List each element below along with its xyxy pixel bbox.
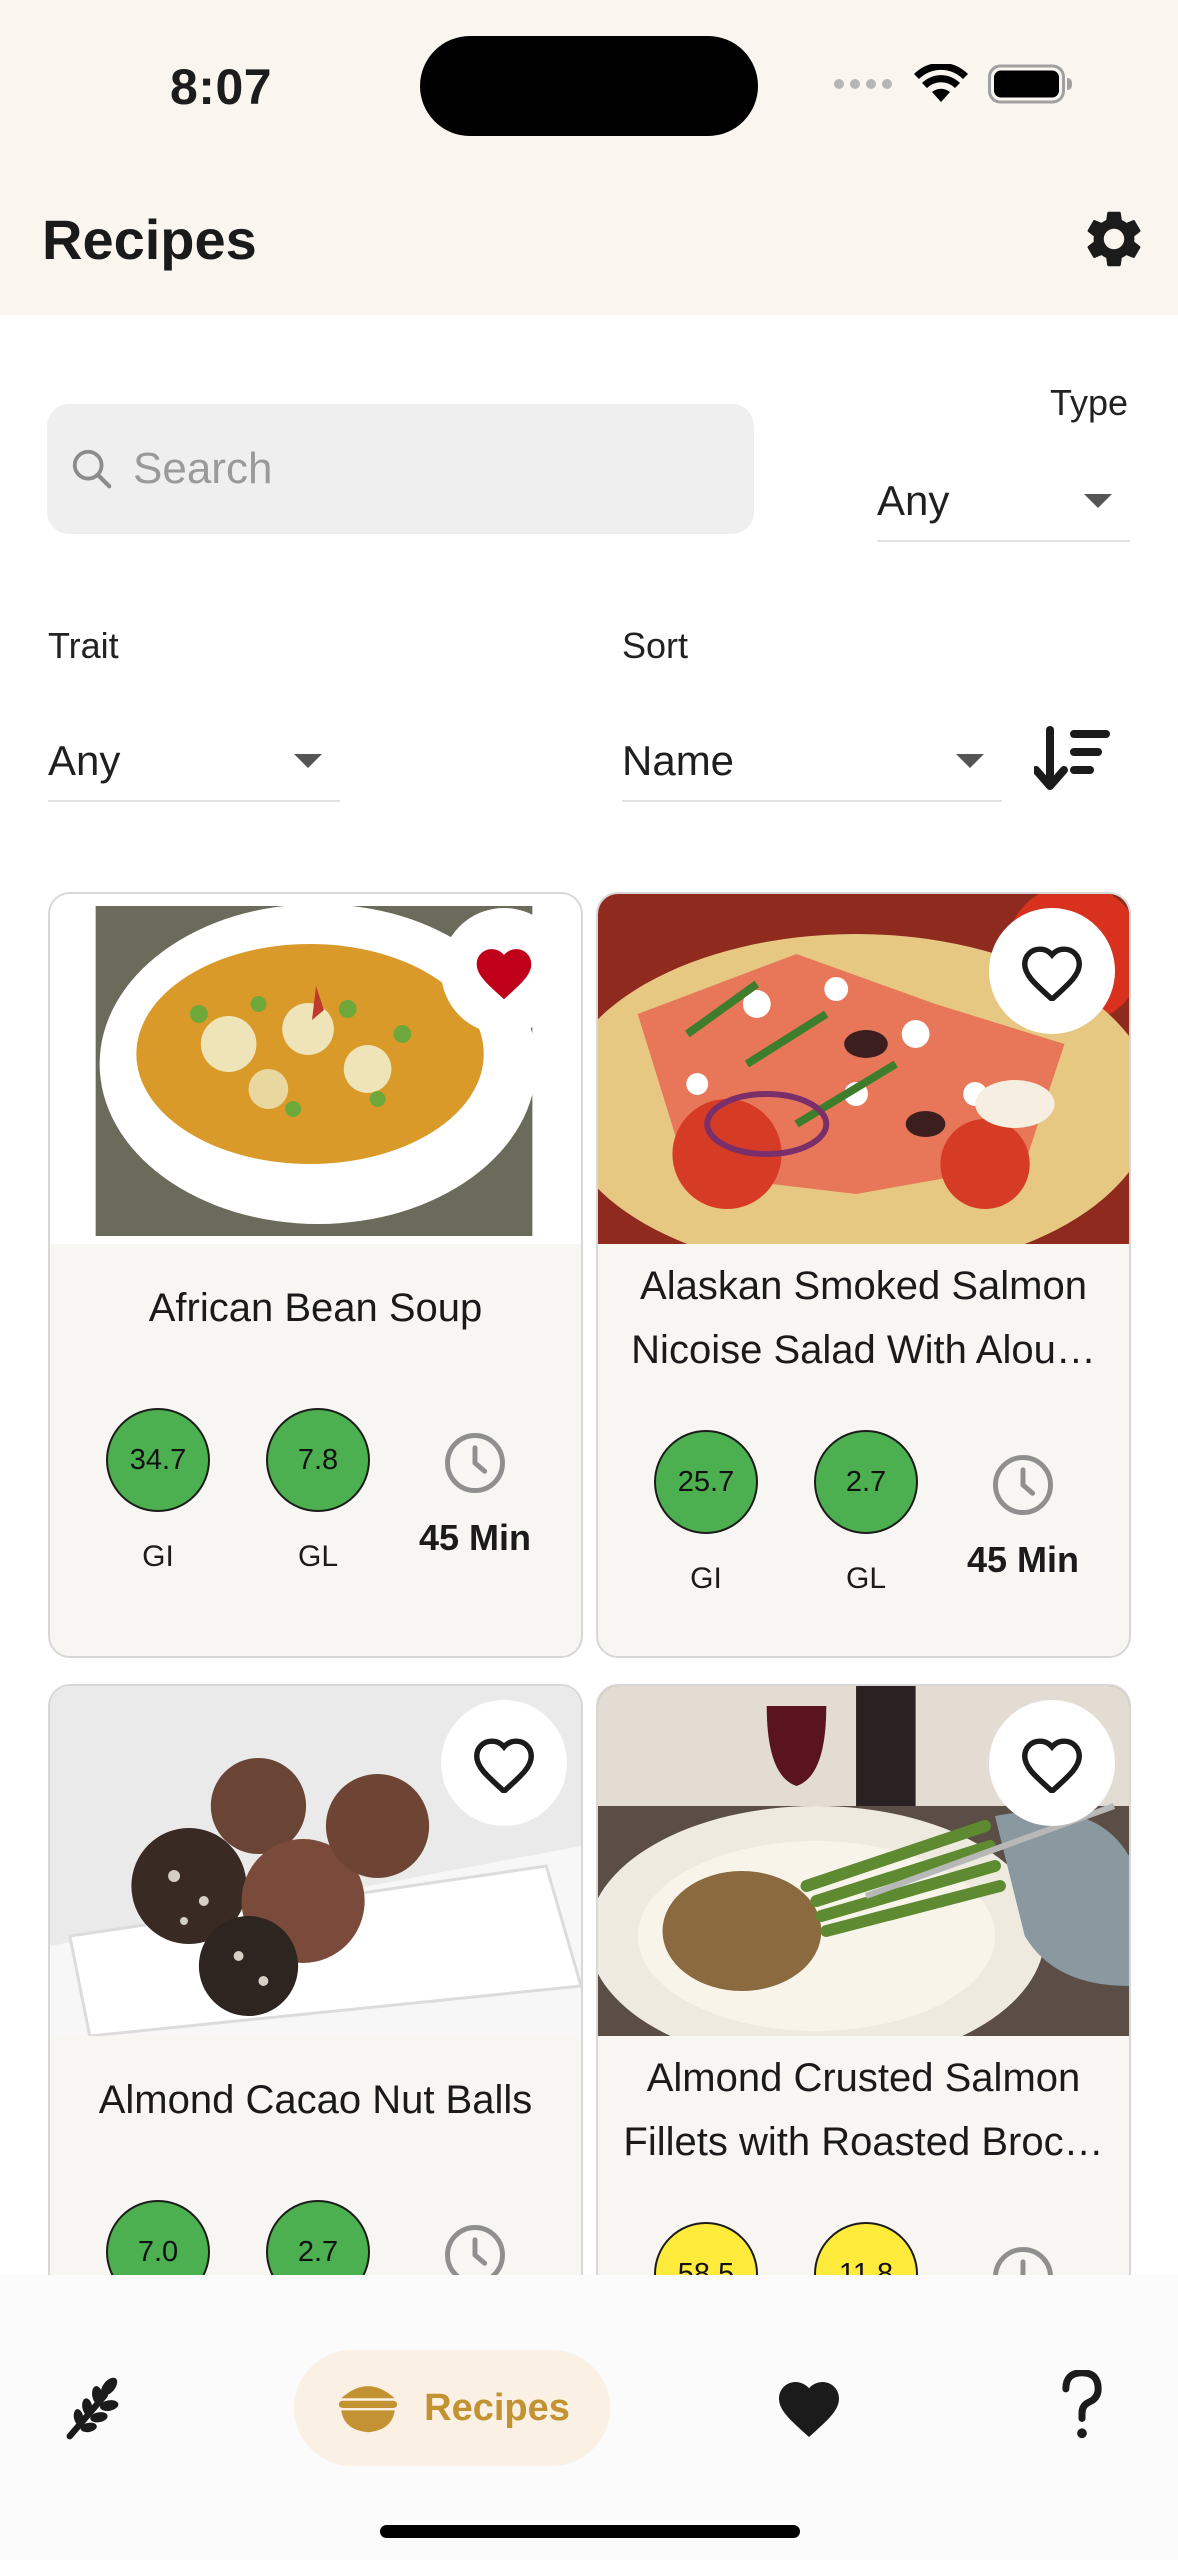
- gi-value: 34.7: [106, 1408, 210, 1512]
- trait-select-value: Any: [48, 737, 121, 784]
- gl-value: 2.7: [266, 2200, 370, 2275]
- gl-metric: 7.8 GL: [266, 1408, 370, 1574]
- type-filter-label: Type: [1050, 382, 1129, 423]
- dropdown-caret-icon: [294, 754, 322, 768]
- nav-help[interactable]: [1052, 2363, 1112, 2447]
- sort-select-value: Name: [622, 737, 735, 784]
- favorite-button[interactable]: [989, 908, 1115, 1034]
- search-field[interactable]: [47, 404, 754, 534]
- gi-metric: 58.5: [654, 2222, 758, 2275]
- heart-icon: [779, 2382, 839, 2438]
- trait-select[interactable]: Any: [48, 722, 340, 802]
- cook-time-value: 45 Min: [418, 1517, 532, 1558]
- gi-metric: 7.0: [106, 2200, 210, 2275]
- dropdown-caret-icon: [956, 754, 984, 768]
- clock-icon: [445, 2225, 505, 2275]
- cook-time: 45 Min: [410, 1430, 540, 1559]
- gi-value: 25.7: [654, 1430, 758, 1534]
- help-icon: [1062, 2370, 1102, 2439]
- gi-metric: 25.7 GI: [654, 1430, 758, 1596]
- heart-filled-icon: [476, 949, 532, 1000]
- heart-outline-icon: [473, 1738, 535, 1793]
- gl-metric: 11.8: [814, 2222, 918, 2275]
- nav-recipes[interactable]: Recipes: [294, 2350, 610, 2466]
- gi-metric: 34.7 GI: [106, 1408, 210, 1574]
- clock-icon: [993, 2247, 1053, 2275]
- recipe-card[interactable]: Almond Crusted Salmon Fillets with Roast…: [596, 1684, 1131, 2275]
- nav-favorites[interactable]: [770, 2365, 848, 2447]
- cook-time: [958, 2244, 1088, 2275]
- recipe-card[interactable]: Alaskan Smoked Salmon Nicoise Salad With…: [596, 892, 1131, 1658]
- clock-icon: [445, 1433, 505, 1493]
- recipe-name: Almond Crusted Salmon Fillets with Roast…: [623, 2056, 1104, 2164]
- nav-recipes-label: Recipes: [424, 2386, 570, 2429]
- gl-metric: 2.7 GL: [814, 1430, 918, 1596]
- favorite-button[interactable]: [989, 1700, 1115, 1826]
- recipe-grid: African Bean Soup 34.7 GI 7.8 GL 45 Min: [0, 880, 1178, 2275]
- search-input[interactable]: [133, 444, 693, 494]
- gl-value: 7.8: [266, 1408, 370, 1512]
- sort-select[interactable]: Name: [622, 722, 1002, 802]
- search-icon: [72, 449, 112, 489]
- gi-value: 7.0: [106, 2200, 210, 2275]
- gl-label: GL: [297, 1540, 339, 1573]
- gl-label: GL: [845, 1562, 887, 1595]
- sort-filter-label: Sort: [622, 625, 689, 666]
- favorite-button[interactable]: [441, 908, 567, 1034]
- status-time: 8:07: [170, 59, 273, 115]
- sort-direction-icon[interactable]: [1034, 724, 1110, 794]
- grain-icon: [66, 2377, 119, 2440]
- trait-filter-label: Trait: [48, 625, 119, 666]
- cook-time-value: 45 Min: [966, 1539, 1080, 1580]
- recipe-card[interactable]: African Bean Soup 34.7 GI 7.8 GL 45 Min: [48, 892, 583, 1658]
- home-indicator: [380, 2525, 800, 2538]
- recipe-name: Alaskan Smoked Salmon Nicoise Salad With…: [631, 1264, 1096, 1372]
- recipe-name: Almond Cacao Nut Balls: [98, 2078, 533, 2122]
- nav-grains[interactable]: [58, 2367, 134, 2447]
- signal-icon: [834, 79, 892, 89]
- type-select-value: Any: [877, 477, 950, 524]
- dropdown-caret-icon: [1084, 494, 1112, 508]
- recipe-card[interactable]: Almond Cacao Nut Balls 7.0 2.7: [48, 1684, 583, 2275]
- gi-label: GI: [142, 1540, 174, 1573]
- gi-label: GI: [690, 1562, 722, 1595]
- gl-value: 2.7: [814, 1430, 918, 1534]
- app-header: 8:07 Recipes: [0, 0, 1178, 315]
- bottom-nav: Recipes: [0, 2275, 1178, 2560]
- heart-outline-icon: [1021, 1738, 1083, 1793]
- gl-metric: 2.7: [266, 2200, 370, 2275]
- heart-outline-icon: [1021, 946, 1083, 1001]
- gl-value: 11.8: [814, 2222, 918, 2275]
- favorite-button[interactable]: [441, 1700, 567, 1826]
- gi-value: 58.5: [654, 2222, 758, 2275]
- cook-time: [410, 2222, 540, 2275]
- clock-icon: [993, 1455, 1053, 1515]
- wifi-icon: [914, 64, 968, 102]
- dynamic-island: [420, 36, 758, 136]
- settings-gear-icon[interactable]: [1080, 205, 1148, 273]
- page-title: Recipes: [42, 208, 257, 271]
- type-select[interactable]: Any: [877, 462, 1130, 542]
- status-icons: [832, 64, 1072, 104]
- bowl-icon: [338, 2386, 398, 2433]
- battery-icon: [988, 64, 1072, 104]
- cook-time: 45 Min: [958, 1452, 1088, 1581]
- recipe-name: African Bean Soup: [148, 1286, 483, 1330]
